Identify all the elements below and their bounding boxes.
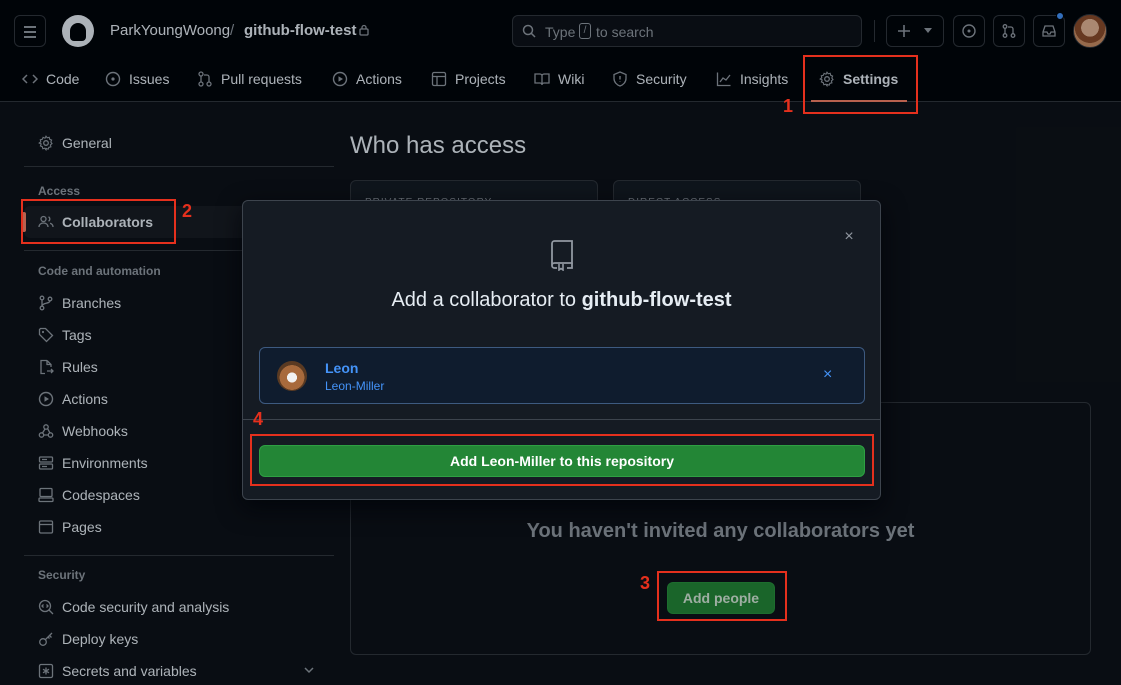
annotation-box-4 — [250, 434, 874, 486]
close-icon[interactable]: × — [840, 228, 858, 246]
annotation-box-2 — [21, 199, 176, 244]
dialog-divider — [243, 419, 880, 420]
annotation-number-2: 2 — [182, 201, 193, 221]
selected-user: Leon Leon-Miller × — [259, 347, 865, 404]
annotation-number-4: 4 — [253, 409, 264, 429]
user-display-name[interactable]: Leon — [325, 360, 358, 376]
dialog-title-repo: github-flow-test — [581, 289, 732, 311]
dialog-title: Add a collaborator to github-flow-test — [243, 289, 880, 312]
user-login[interactable]: Leon-Miller — [325, 379, 384, 393]
dialog-title-prefix: Add a collaborator to — [391, 289, 577, 311]
annotation-number-3: 3 — [640, 573, 651, 593]
annotation-box-1 — [803, 55, 918, 114]
user-avatar — [277, 361, 307, 391]
annotation-box-3 — [657, 571, 787, 621]
repo-icon — [551, 240, 573, 271]
remove-user-icon[interactable]: × — [823, 366, 832, 384]
annotation-number-1: 1 — [783, 96, 794, 116]
